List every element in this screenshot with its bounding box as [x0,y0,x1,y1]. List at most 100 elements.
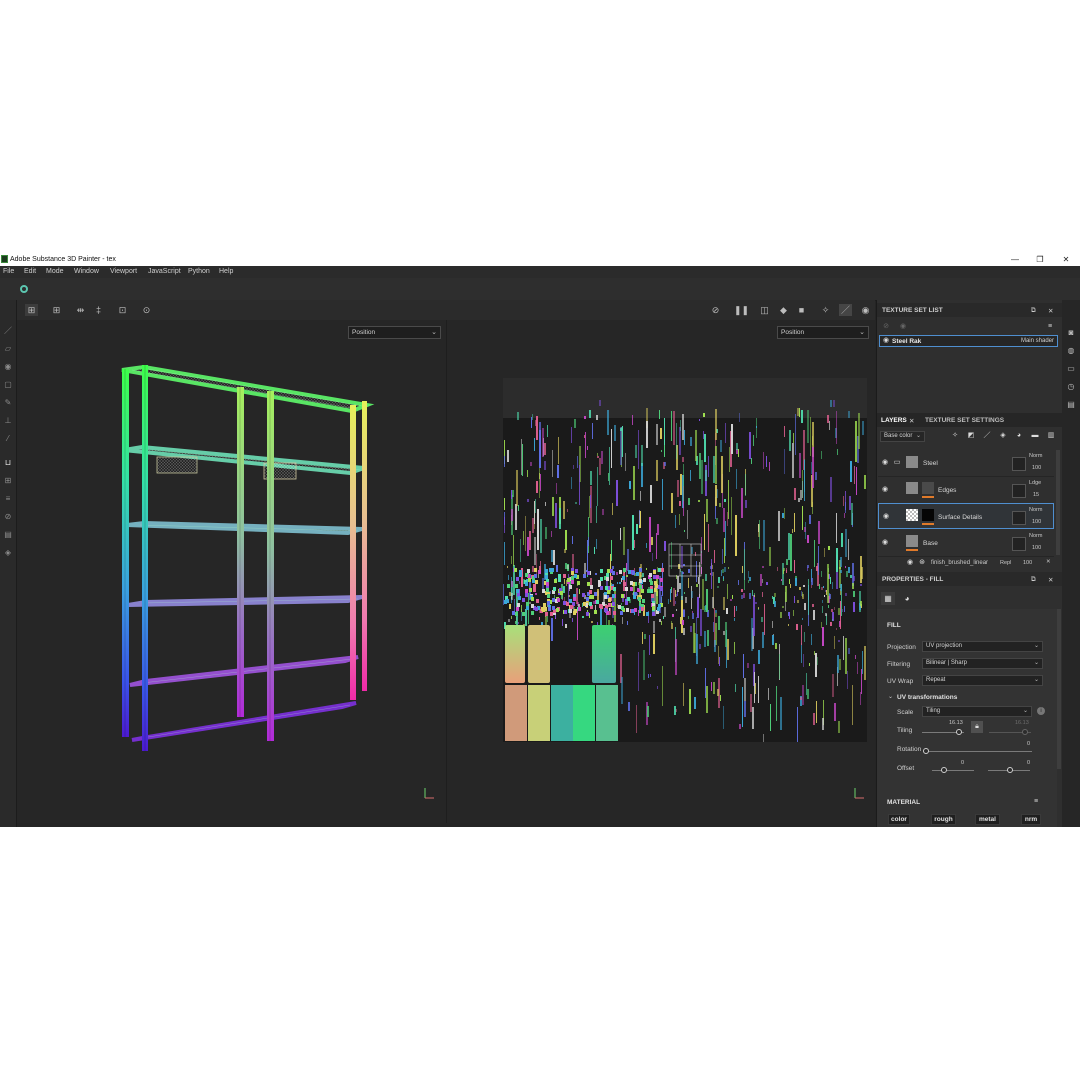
eye-icon[interactable]: ◉ [881,486,889,494]
texture-set-row[interactable]: ◉ Steel Rak Main shader [879,335,1058,347]
sublayer-blend[interactable]: Repl [1000,560,1011,566]
pause-icon[interactable]: ❚❚ [734,304,749,316]
eye-icon[interactable]: ◉ [882,513,890,521]
panel-close-icon[interactable]: ✕ [1048,576,1053,584]
menu-edit[interactable]: Edit [24,268,36,275]
bake-icon[interactable]: ⊞ [3,476,13,486]
projection-icon[interactable]: ◉ [3,362,13,372]
cube-icon[interactable]: ◈ [3,548,13,558]
layer-row-selected[interactable]: ◉ Surface Details Norm 100 [878,503,1054,529]
sublayer-row[interactable]: ◉ ⊛ finish_brushed_linear Repl 100 ✕ [878,557,1054,569]
properties-tab-fill[interactable]: ▦ [881,592,895,605]
3d-cube-icon[interactable]: ◆ [777,304,790,316]
menu-file[interactable]: File [3,268,14,275]
grid-icon[interactable]: ⊞ [25,304,38,316]
screenshot-icon[interactable]: ◉ [859,304,872,316]
layer-mask-slot[interactable] [1012,511,1026,525]
frame-icon[interactable]: ⊡ [116,304,129,316]
add-paint-layer-icon[interactable]: ／ [983,432,991,440]
offset-v-knob[interactable] [1007,767,1013,773]
viewport-2d-mode-dropdown[interactable]: Position ⌄ [777,326,869,339]
measure-icon[interactable]: ⊘ [3,512,13,522]
viewport-2d-uv[interactable]: Position ⌄ [447,320,875,823]
offset-u-slider[interactable] [932,770,974,771]
history-icon[interactable]: ⊙ [140,304,153,316]
visibility-icon[interactable]: ◉ [899,323,907,331]
menu-viewport[interactable]: Viewport [110,268,137,275]
tiles-icon[interactable]: ⊞ [50,304,63,316]
menu-window[interactable]: Window [74,268,99,275]
layer-row[interactable]: ◉ ▭ Steel Norm 100 [878,450,1054,477]
add-fill-layer-icon[interactable]: ◈ [999,432,1007,440]
layer-blend-mode[interactable]: Norm [1029,453,1042,459]
link-icon[interactable]: ⊘ [882,323,890,331]
uv-transformations-title[interactable]: UV transformations [897,694,957,701]
menu-javascript[interactable]: JavaScript [148,268,181,275]
layer-blend-mode[interactable]: Norm [1029,533,1042,539]
maximize-button[interactable]: ❐ [1033,254,1047,265]
uvwrap-dropdown[interactable]: Repeat ⌄ [922,675,1043,686]
split-view-icon[interactable]: ‡ [92,304,105,316]
add-effect-icon[interactable]: ✧ [951,432,959,440]
substance-logo-icon[interactable] [20,285,28,293]
chevron-down-icon[interactable]: ⌄ [888,693,893,700]
offset-v-value[interactable]: 0 [1027,760,1030,766]
minimize-button[interactable]: — [1008,254,1022,265]
layer-mask-slot[interactable] [1012,537,1026,551]
channel-dropdown[interactable]: Base color ⌄ [880,431,925,442]
rotation-value[interactable]: 0 [1027,741,1030,747]
eye-icon[interactable]: ◉ [882,337,890,345]
layer-mask-slot[interactable] [1012,484,1026,498]
texture-set-shader[interactable]: Main shader [1021,338,1054,344]
add-mask-icon[interactable]: ◩ [967,432,975,440]
viewport-3d[interactable]: Position ⌄ [17,320,447,823]
sublayer-opacity[interactable]: 100 [1023,560,1032,566]
projection-dropdown[interactable]: UV projection ⌄ [922,641,1043,652]
settings-menu-icon[interactable]: ≡ [1046,323,1054,331]
rotation-knob[interactable] [923,748,929,754]
layer-mask-slot[interactable] [1012,457,1026,471]
tiling-v-knob[interactable] [1022,729,1028,735]
history-clock-icon[interactable]: ◷ [1066,382,1076,392]
chip-nrm[interactable]: nrm [1021,814,1041,825]
tiling-u-value[interactable]: 16.13 [949,720,963,726]
eye-icon[interactable]: ◉ [906,559,914,567]
polygon-fill-icon[interactable]: ⊔ [3,458,13,468]
environment-icon[interactable]: ◍ [1066,346,1076,356]
render-icon[interactable]: ✧ [819,304,832,316]
tab-close-icon[interactable]: ✕ [909,417,914,425]
close-button[interactable]: ✕ [1059,254,1073,265]
eye-icon[interactable]: ◉ [881,539,889,547]
shelf-icon[interactable]: ▭ [1066,364,1076,374]
paint-brush-icon[interactable]: ／ [3,326,13,336]
scale-dropdown[interactable]: Tiling ⌄ [922,706,1032,717]
clone-stamp-icon[interactable]: ⊥ [3,416,13,426]
display-settings-icon[interactable]: ◙ [1066,328,1076,338]
eraser-icon[interactable]: ▱ [3,344,13,354]
geometry-mask-icon[interactable]: ▢ [3,380,13,390]
properties-scrollbar[interactable] [1057,609,1061,769]
info-icon[interactable]: i [1037,707,1045,715]
delete-layer-icon[interactable]: ▥ [1047,432,1055,440]
tab-texture-set-settings[interactable]: TEXTURE SET SETTINGS [925,417,1004,424]
filtering-dropdown[interactable]: Bilinear | Sharp ⌄ [922,658,1043,669]
layers-scrollbar[interactable] [1056,450,1060,555]
add-smart-material-icon[interactable]: ◕ [1015,432,1023,440]
tiling-v-value[interactable]: 16.13 [1015,720,1029,726]
layer-blend-mode[interactable]: Ldge [1029,480,1041,486]
menu-python[interactable]: Python [188,268,210,275]
layer-opacity[interactable]: 100 [1032,465,1041,471]
properties-tab-material[interactable]: ◕ [900,592,914,605]
viewport-3d-mode-dropdown[interactable]: Position ⌄ [348,326,441,339]
layer-opacity[interactable]: 15 [1033,492,1039,498]
hide-icon[interactable]: ⊘ [709,304,722,316]
menu-mode[interactable]: Mode [46,268,64,275]
layer-blend-mode[interactable]: Norm [1029,507,1042,513]
chip-metal[interactable]: metal [975,814,1000,825]
document-icon[interactable]: ▤ [3,530,13,540]
chip-color[interactable]: color [888,814,910,825]
layer-row[interactable]: ◉ Base Norm 100 [878,530,1054,557]
symmetry-icon[interactable]: ⇹ [74,304,87,316]
stack-icon[interactable]: ≡ [3,494,13,504]
add-folder-icon[interactable]: ▬ [1031,432,1039,440]
